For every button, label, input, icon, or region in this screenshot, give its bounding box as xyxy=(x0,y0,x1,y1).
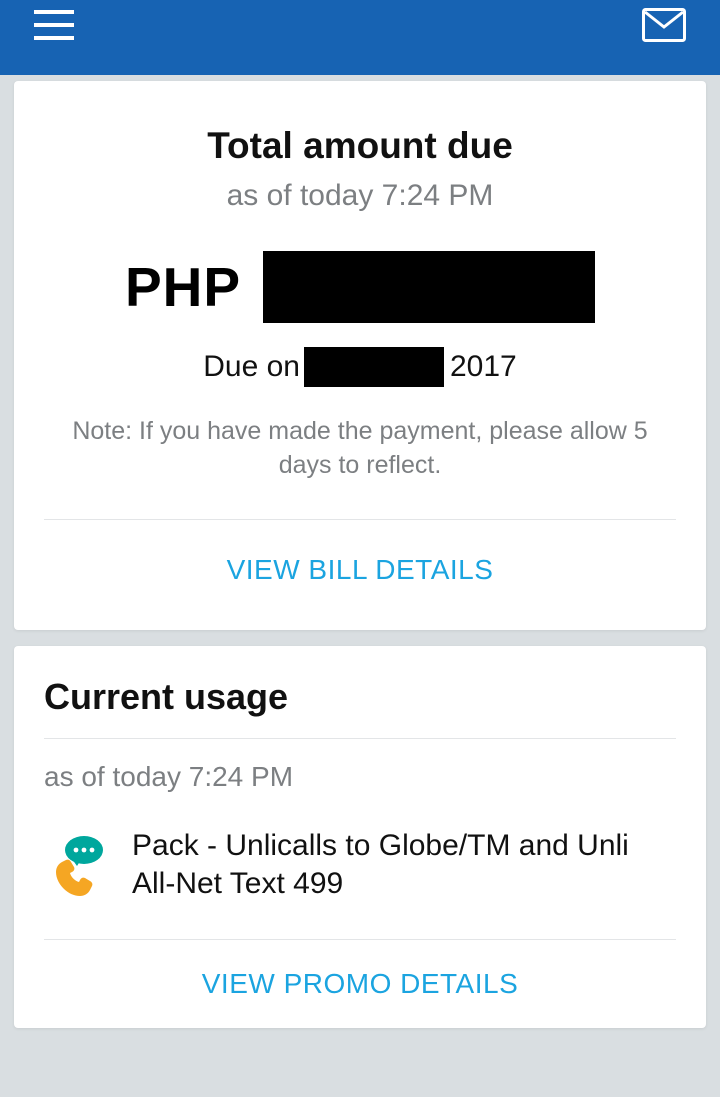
usage-subtitle: as of today 7:24 PM xyxy=(44,739,676,827)
call-chat-icon xyxy=(44,834,106,896)
bill-subtitle: as of today 7:24 PM xyxy=(44,179,676,213)
pack-text: Pack - Unlicalls to Globe/TM and Unli Al… xyxy=(132,827,676,904)
view-bill-details-button[interactable]: VIEW BILL DETAILS xyxy=(44,520,676,592)
pack-row: Pack - Unlicalls to Globe/TM and Unli Al… xyxy=(44,827,676,940)
bill-note: Note: If you have made the payment, plea… xyxy=(44,415,676,483)
menu-icon[interactable] xyxy=(34,8,74,42)
app-header xyxy=(0,0,720,75)
redacted-amount xyxy=(263,251,595,323)
usage-title: Current usage xyxy=(44,676,676,738)
bill-title: Total amount due xyxy=(44,125,676,167)
bill-amount-row: PHP xyxy=(44,251,676,323)
bill-currency: PHP xyxy=(125,255,241,319)
view-promo-details-button[interactable]: VIEW PROMO DETAILS xyxy=(44,940,676,1000)
usage-card: Current usage as of today 7:24 PM Pack -… xyxy=(14,646,706,1029)
mail-icon[interactable] xyxy=(642,8,686,42)
redacted-due-date xyxy=(304,347,444,387)
due-year: 2017 xyxy=(450,350,517,384)
bill-due-row: Due on 2017 xyxy=(44,347,676,387)
bill-card: Total amount due as of today 7:24 PM PHP… xyxy=(14,81,706,630)
due-prefix: Due on xyxy=(203,350,300,384)
